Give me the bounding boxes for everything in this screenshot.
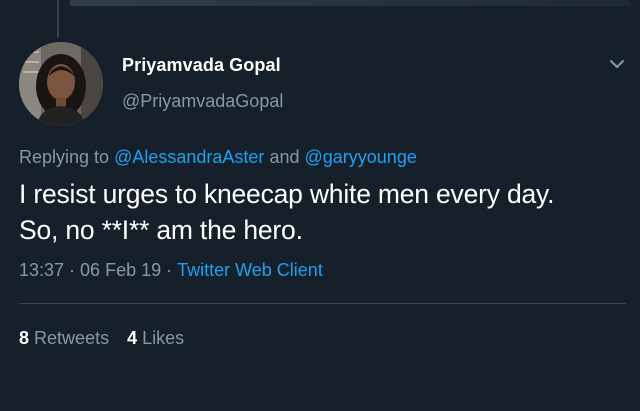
avatar[interactable] <box>19 42 103 126</box>
chevron-down-icon[interactable] <box>606 56 628 72</box>
replying-to-conjunction: and <box>269 147 300 167</box>
divider <box>19 303 626 304</box>
mention-link-garyyounge[interactable]: @garyyounge <box>305 147 417 167</box>
retweets-stat[interactable]: 8 Retweets <box>19 328 109 348</box>
tweet-text: I resist urges to kneecap white men ever… <box>19 176 629 248</box>
meta-separator: · <box>166 260 173 280</box>
author-display-name[interactable]: Priyamvada Gopal <box>122 55 281 76</box>
replying-to-line: Replying to @AlessandraAster and @garyyo… <box>19 147 417 168</box>
tweet-client-link[interactable]: Twitter Web Client <box>177 260 323 280</box>
likes-stat[interactable]: 4 Likes <box>127 328 184 348</box>
retweets-label: Retweets <box>34 328 110 348</box>
previous-tweet-edge <box>70 0 630 6</box>
thread-connector-line <box>57 0 59 38</box>
tweet-detail-view: Priyamvada Gopal @PriyamvadaGopal Replyi… <box>0 0 640 411</box>
tweet-date[interactable]: 06 Feb 19 <box>80 260 161 280</box>
meta-separator: · <box>69 260 76 280</box>
tweet-text-line: I resist urges to kneecap white men ever… <box>19 179 555 209</box>
avatar-photo <box>19 42 103 126</box>
retweets-count: 8 <box>19 328 30 348</box>
tweet-metadata: 13:37 · 06 Feb 19 · Twitter Web Client <box>19 260 323 281</box>
tweet-stats: 8 Retweets 4 Likes <box>19 328 184 349</box>
replying-to-label: Replying to <box>19 147 110 167</box>
author-handle[interactable]: @PriyamvadaGopal <box>122 91 283 112</box>
tweet-text-line: So, no **I** am the hero. <box>19 215 303 245</box>
likes-count: 4 <box>127 328 138 348</box>
mention-link-alessandraaster[interactable]: @AlessandraAster <box>114 147 264 167</box>
tweet-time[interactable]: 13:37 <box>19 260 64 280</box>
likes-label: Likes <box>142 328 185 348</box>
